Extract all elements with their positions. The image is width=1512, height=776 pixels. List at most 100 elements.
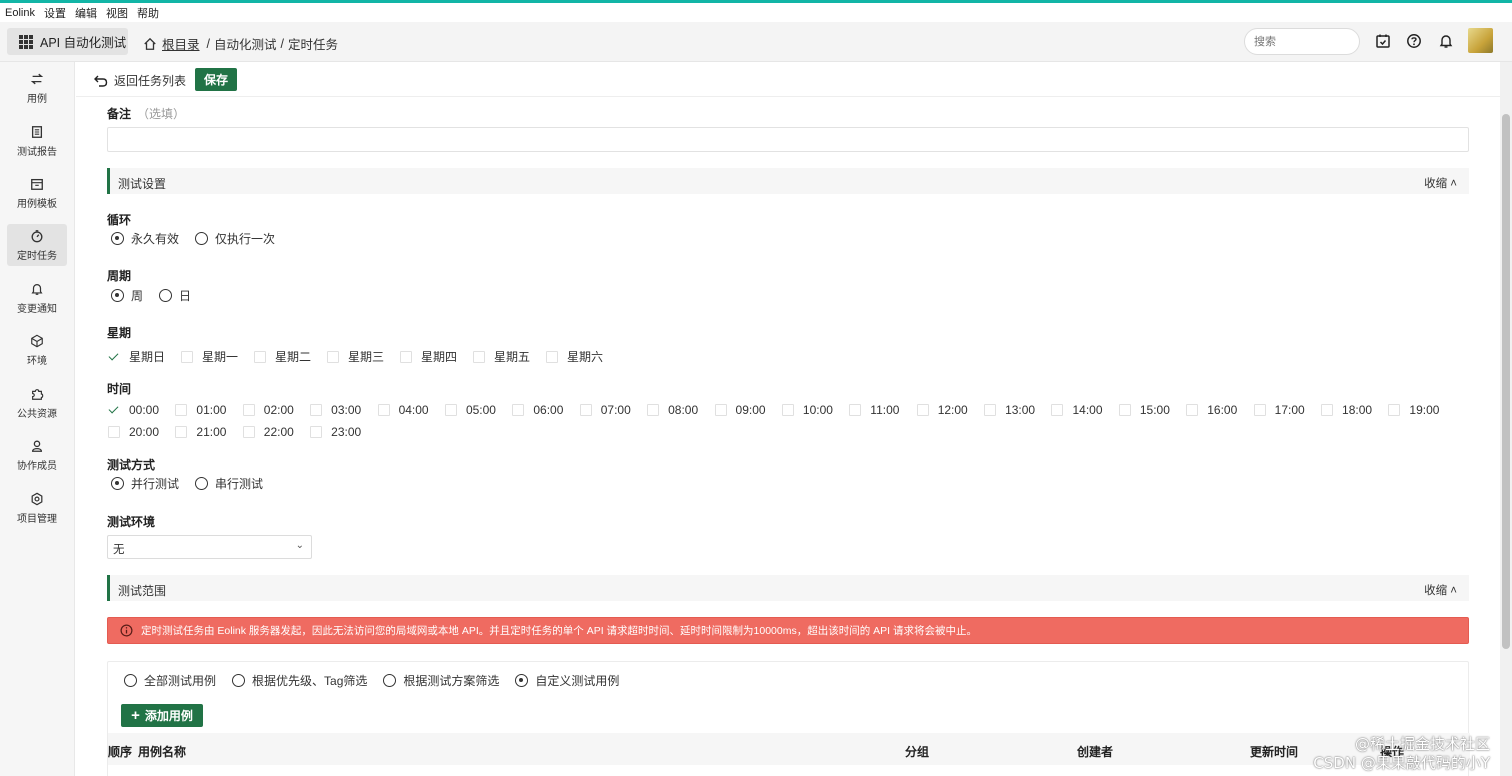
home-icon <box>144 37 156 50</box>
sidebar-item-members[interactable]: 协作成员 <box>7 434 67 476</box>
project-switcher-button[interactable]: API 自动化测试 <box>7 28 128 55</box>
notification-bell-icon[interactable] <box>1438 33 1454 49</box>
time-checkbox-row-2: 20:00 21:00 22:00 23:00 <box>108 425 378 439</box>
sidebar-item-scheduled-tasks[interactable]: 定时任务 <box>7 224 67 266</box>
checkbox-box <box>647 404 660 416</box>
time-checkbox[interactable]: 18:00 <box>1321 403 1388 417</box>
weekday-checkbox[interactable]: 星期五 <box>473 348 546 365</box>
breadcrumb-root[interactable]: 根目录 <box>162 34 200 53</box>
time-checkbox[interactable]: 04:00 <box>377 403 445 417</box>
time-checkbox[interactable]: 17:00 <box>1253 403 1321 417</box>
checkbox-box <box>1118 404 1131 416</box>
time-checkbox[interactable]: 05:00 <box>444 403 512 417</box>
time-checkbox[interactable]: 20:00 <box>108 425 175 439</box>
search-input[interactable] <box>1244 28 1360 55</box>
time-checkbox[interactable]: 01:00 <box>175 403 242 417</box>
checkbox-box <box>175 426 188 438</box>
time-checkbox[interactable]: 21:00 <box>175 425 242 439</box>
sidebar-item-cases[interactable]: 用例 <box>7 67 67 109</box>
user-avatar[interactable] <box>1468 28 1493 53</box>
time-checkbox[interactable]: 23:00 <box>310 425 377 439</box>
time-checkbox[interactable]: 15:00 <box>1118 403 1186 417</box>
weekday-checkbox[interactable]: 星期二 <box>254 348 327 365</box>
time-checkbox[interactable]: 06:00 <box>512 403 579 417</box>
scrollbar-thumb[interactable] <box>1502 114 1510 649</box>
time-checkbox[interactable]: 19:00 <box>1388 403 1448 417</box>
radio-parallel[interactable]: 并行测试 <box>111 475 179 492</box>
settings-icon <box>31 492 43 505</box>
time-checkbox[interactable]: 03:00 <box>310 403 377 417</box>
radio-forever[interactable]: 永久有效 <box>111 230 179 247</box>
remark-input[interactable] <box>107 127 1469 152</box>
sidebar-item-public-resources[interactable]: 公共资源 <box>7 382 67 424</box>
sidebar-item-change-notifications[interactable]: 变更通知 <box>7 277 67 319</box>
breadcrumb-separator: / <box>280 36 284 51</box>
sidebar-item-label: 用例模板 <box>17 198 57 210</box>
calendar-check-icon[interactable] <box>1375 33 1391 49</box>
time-checkbox[interactable]: 16:00 <box>1186 403 1253 417</box>
bell-icon <box>31 283 43 295</box>
vertical-scrollbar[interactable] <box>1500 62 1512 776</box>
weekday-checkbox[interactable]: 星期三 <box>327 348 400 365</box>
test-mode-label: 测试方式 <box>107 458 156 472</box>
weekday-checkbox[interactable]: 星期六 <box>546 348 619 365</box>
weekday-checkbox[interactable]: 星期一 <box>181 348 254 365</box>
menu-edit[interactable]: 编辑 <box>75 5 97 21</box>
radio-day[interactable]: 日 <box>159 287 191 304</box>
menu-view[interactable]: 视图 <box>106 5 128 21</box>
time-checkbox[interactable]: 02:00 <box>242 403 310 417</box>
menu-help[interactable]: 帮助 <box>137 5 159 21</box>
radio-indicator <box>383 674 397 687</box>
sidebar-item-project-management[interactable]: 项目管理 <box>7 487 67 529</box>
sidebar-item-label: 测试报告 <box>17 146 57 158</box>
collapse-toggle[interactable]: 收缩 ˄ <box>1424 582 1457 598</box>
checkbox-box <box>310 404 323 416</box>
time-checkbox[interactable]: 22:00 <box>242 425 310 439</box>
time-checkbox[interactable]: 12:00 <box>916 403 984 417</box>
breadcrumb-level1[interactable]: 自动化测试 <box>214 34 277 53</box>
environment-select[interactable]: 无 ⌄ <box>107 535 312 559</box>
period-radio-group: 周 日 <box>111 287 191 304</box>
time-checkbox[interactable]: 11:00 <box>849 403 916 417</box>
template-icon <box>31 178 43 190</box>
radio-week[interactable]: 周 <box>111 287 143 304</box>
time-checkbox[interactable]: 09:00 <box>714 403 782 417</box>
collapse-toggle[interactable]: 收缩 ˄ <box>1424 175 1457 191</box>
back-to-task-list-link[interactable]: 返回任务列表 <box>94 72 186 89</box>
checkbox-box <box>781 404 794 416</box>
radio-selected-indicator <box>111 289 124 302</box>
time-checkbox[interactable]: 08:00 <box>647 403 714 417</box>
time-checkbox[interactable]: 14:00 <box>1051 403 1118 417</box>
loop-radio-group: 永久有效 仅执行一次 <box>111 230 275 247</box>
watermark-line-2: CSDN @果果敲代码的小Y <box>1313 754 1490 772</box>
save-button[interactable]: 保存 <box>195 68 237 91</box>
checkbox-box <box>310 426 323 438</box>
checkbox-box <box>546 350 558 363</box>
weekday-label: 星期 <box>107 326 132 340</box>
checkbox-box <box>108 426 120 438</box>
radio-filter-by-plan[interactable]: 根据测试方案筛选 <box>383 672 499 689</box>
radio-serial[interactable]: 串行测试 <box>195 475 263 492</box>
menu-app[interactable]: Eolink <box>5 7 35 19</box>
radio-custom-cases[interactable]: 自定义测试用例 <box>515 672 619 689</box>
weekday-checkbox[interactable]: 星期日 <box>108 348 181 365</box>
weekday-checkbox[interactable]: 星期四 <box>400 348 473 365</box>
radio-once[interactable]: 仅执行一次 <box>195 230 275 247</box>
sidebar-item-environment[interactable]: 环境 <box>7 329 67 371</box>
time-checkbox[interactable]: 10:00 <box>781 403 849 417</box>
time-checkbox[interactable]: 00:00 <box>108 403 175 417</box>
radio-filter-by-priority-tag[interactable]: 根据优先级、Tag筛选 <box>232 672 367 689</box>
time-checkbox[interactable]: 13:00 <box>984 403 1051 417</box>
time-label: 时间 <box>107 382 132 396</box>
checkbox-box <box>1388 404 1401 416</box>
sidebar-item-label: 变更通知 <box>17 303 57 315</box>
radio-all-cases[interactable]: 全部测试用例 <box>124 672 216 689</box>
sidebar-item-test-reports[interactable]: 测试报告 <box>7 120 67 162</box>
radio-selected-indicator <box>515 674 529 687</box>
environment-selected-value: 无 <box>113 544 125 556</box>
menu-settings[interactable]: 设置 <box>44 5 66 21</box>
help-icon[interactable] <box>1406 33 1422 49</box>
add-case-button[interactable]: + 添加用例 <box>121 704 203 727</box>
time-checkbox[interactable]: 07:00 <box>579 403 647 417</box>
sidebar-item-case-templates[interactable]: 用例模板 <box>7 172 67 214</box>
